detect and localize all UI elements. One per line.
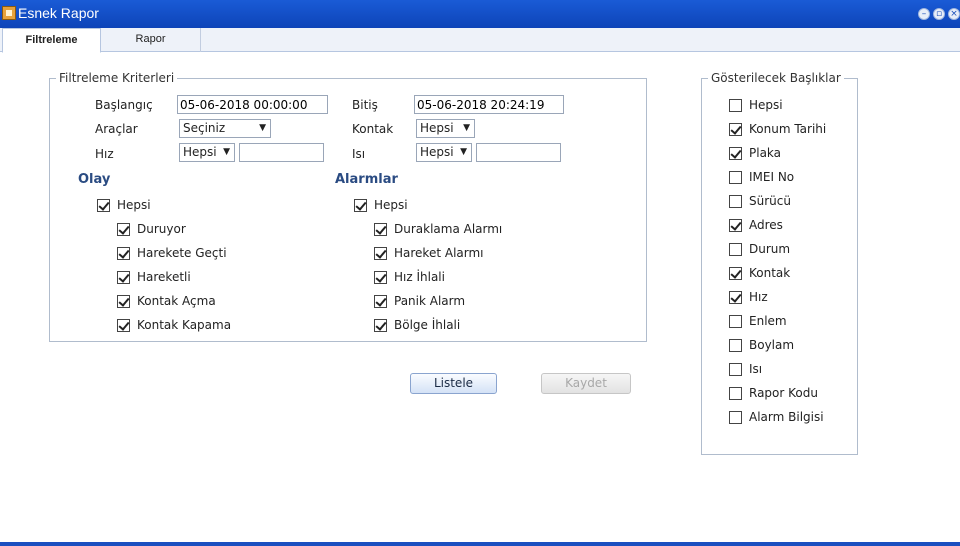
checkbox-icon[interactable] [374, 319, 387, 332]
filter-criteria-legend: Filtreleme Kriterleri [59, 71, 175, 85]
checkbox-icon[interactable] [729, 243, 742, 256]
save-button[interactable]: Kaydet [541, 373, 631, 394]
ignition-select-value: Hepsi [420, 121, 454, 135]
temp-text-input[interactable] [476, 143, 561, 162]
checkbox-icon[interactable] [117, 223, 130, 236]
checkbox-icon[interactable] [729, 123, 742, 136]
checkbox-icon[interactable] [729, 147, 742, 160]
alarms-title: Alarmlar [335, 172, 398, 187]
report-icon [2, 6, 16, 20]
checkbox-icon[interactable] [729, 363, 742, 376]
start-date-input[interactable] [177, 95, 328, 114]
dropdown-arrow-icon: ▼ [259, 123, 266, 133]
checkbox-icon[interactable] [374, 223, 387, 236]
checkbox-icon[interactable] [374, 271, 387, 284]
temp-select[interactable]: Hepsi ▼ [416, 143, 472, 162]
maximize-icon[interactable]: ▫ [933, 8, 945, 20]
speed-text-input[interactable] [239, 143, 324, 162]
list-button[interactable]: Listele [410, 373, 497, 394]
checkbox-icon[interactable] [729, 219, 742, 232]
bottom-border [0, 542, 960, 546]
ignition-select[interactable]: Hepsi ▼ [416, 119, 475, 138]
tab-rapor[interactable]: Rapor [101, 28, 201, 52]
dropdown-arrow-icon: ▼ [460, 147, 467, 157]
checkbox-icon[interactable] [117, 295, 130, 308]
vehicles-label: Araçlar [95, 122, 138, 136]
dropdown-arrow-icon: ▼ [223, 147, 230, 157]
checkbox-icon[interactable] [374, 247, 387, 260]
vehicles-select[interactable]: Seçiniz ▼ [179, 119, 271, 138]
checkbox-icon[interactable] [729, 195, 742, 208]
columns-legend: Gösterilecek Başlıklar [711, 71, 841, 85]
dropdown-arrow-icon: ▼ [463, 123, 470, 133]
checkbox-icon[interactable] [729, 267, 742, 280]
checkbox-icon[interactable] [117, 319, 130, 332]
tab-bar: Filtreleme Rapor [0, 28, 960, 53]
checkbox-icon[interactable] [729, 291, 742, 304]
checkbox-icon[interactable] [729, 315, 742, 328]
speed-select-value: Hepsi [183, 145, 217, 159]
ignition-label: Kontak [352, 122, 394, 136]
vehicles-select-value: Seçiniz [183, 121, 226, 135]
temp-label: Isı [352, 147, 366, 161]
checkbox-icon[interactable] [97, 199, 110, 212]
end-date-input[interactable] [414, 95, 564, 114]
minimize-icon[interactable]: – [918, 8, 930, 20]
checkbox-icon[interactable] [729, 99, 742, 112]
checkbox-icon[interactable] [117, 247, 130, 260]
close-icon[interactable]: × [948, 8, 960, 20]
title-bar: Esnek Rapor – ▫ × [0, 0, 960, 28]
checkbox-icon[interactable] [729, 171, 742, 184]
temp-select-value: Hepsi [420, 145, 454, 159]
checkbox-icon[interactable] [354, 199, 367, 212]
end-label: Bitiş [352, 98, 378, 112]
checkbox-icon[interactable] [374, 295, 387, 308]
speed-label: Hız [95, 147, 114, 161]
checkbox-icon[interactable] [729, 339, 742, 352]
start-label: Başlangıç [95, 98, 153, 112]
speed-select[interactable]: Hepsi ▼ [179, 143, 235, 162]
tab-filtreleme[interactable]: Filtreleme [2, 28, 101, 53]
checkbox-icon[interactable] [729, 411, 742, 424]
window-title: Esnek Rapor [18, 5, 99, 21]
checkbox-icon[interactable] [117, 271, 130, 284]
events-title: Olay [78, 172, 111, 187]
checkbox-icon[interactable] [729, 387, 742, 400]
